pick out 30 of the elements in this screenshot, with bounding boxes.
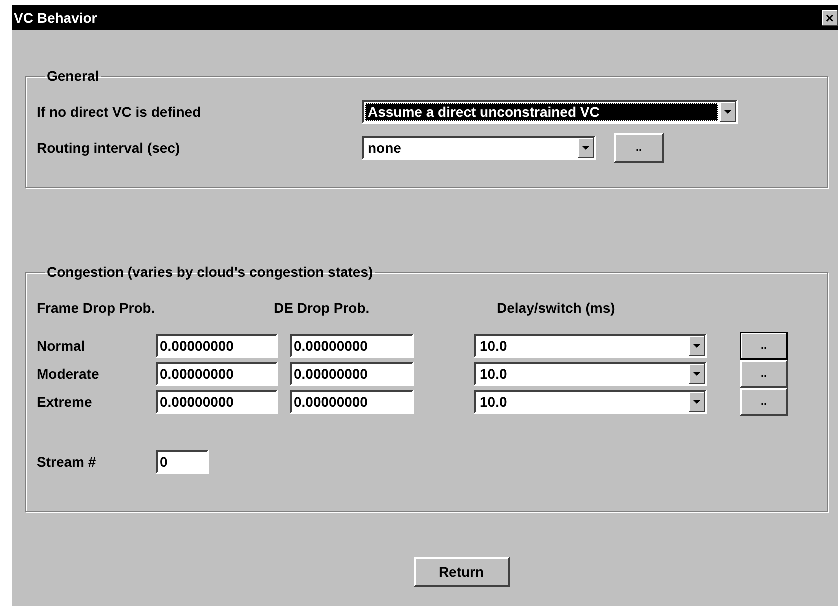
column-header: Frame Drop Prob. <box>37 300 156 316</box>
browse-button[interactable]: .. <box>614 133 664 163</box>
column-header: Delay/switch (ms) <box>497 300 616 316</box>
dropdown[interactable]: none <box>362 136 596 160</box>
close-button[interactable]: × <box>822 10 838 26</box>
row-label: Extreme <box>37 394 94 410</box>
dropdown[interactable]: 10.0 <box>474 390 707 414</box>
dropdown[interactable]: Assume a direct unconstrained VC <box>362 100 738 124</box>
row-label: Normal <box>37 338 86 354</box>
input-field[interactable]: 0.00000000 <box>290 362 414 386</box>
input-field[interactable]: 0.00000000 <box>156 334 278 358</box>
input-field[interactable]: 0.00000000 <box>156 362 278 386</box>
window-title: VC Behavior <box>14 10 98 26</box>
browse-button[interactable]: .. <box>740 332 788 360</box>
row-label: Moderate <box>37 366 100 382</box>
dropdown[interactable]: 10.0 <box>474 334 707 358</box>
input-field[interactable]: 0 <box>156 450 209 474</box>
group-title: Congestion (varies by cloud's congestion states) <box>46 264 374 280</box>
field-label: Stream # <box>37 454 98 470</box>
dropdown[interactable]: 10.0 <box>474 362 707 386</box>
input-field[interactable]: 0.00000000 <box>290 334 414 358</box>
return-button[interactable]: Return <box>414 557 510 587</box>
browse-button[interactable]: .. <box>740 360 788 388</box>
field-label: If no direct VC is defined <box>37 104 202 120</box>
field-label: Routing interval (sec) <box>37 140 182 156</box>
group-title: General <box>46 68 100 84</box>
input-field[interactable]: 0.00000000 <box>290 390 414 414</box>
input-field[interactable]: 0.00000000 <box>156 390 278 414</box>
browse-button[interactable]: .. <box>740 388 788 416</box>
column-header: DE Drop Prob. <box>274 300 371 316</box>
